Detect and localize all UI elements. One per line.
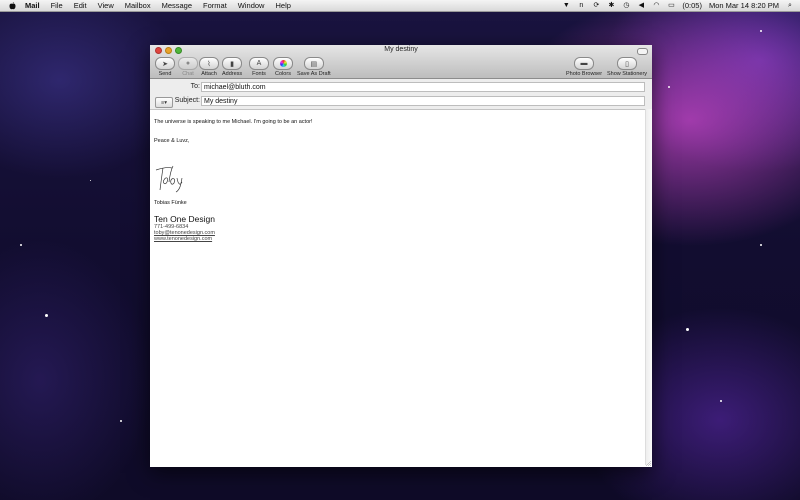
- menu-app-mail[interactable]: Mail: [25, 1, 40, 10]
- fonts-button[interactable]: A Fonts: [249, 57, 269, 77]
- show-stationery-button[interactable]: ▯ Show Stationery: [607, 57, 647, 77]
- menu-clock[interactable]: Mon Mar 14 8:20 PM: [709, 1, 779, 10]
- menu-help[interactable]: Help: [275, 1, 290, 10]
- address-book-icon: ▮: [222, 57, 243, 70]
- battery-icon[interactable]: ▭: [667, 2, 675, 10]
- message-scrollbar[interactable]: [645, 109, 652, 465]
- compose-window: My destiny ➤ Send ● Chat ⌇ Attach ▮ Addr…: [150, 45, 652, 467]
- menu-format[interactable]: Format: [203, 1, 227, 10]
- list-icon: ≡▾: [161, 99, 167, 106]
- desktop-star: [760, 244, 762, 246]
- menu-mailbox[interactable]: Mailbox: [125, 1, 151, 10]
- signature-name: Tobias Fünke: [154, 200, 187, 206]
- desktop-star: [668, 86, 670, 88]
- signature-website-link[interactable]: www.tenonedesign.com: [154, 236, 644, 242]
- body-line: The universe is speaking to me Michael. …: [154, 119, 313, 125]
- desktop-star: [20, 244, 22, 246]
- body-closing: Peace & Luvz,: [154, 138, 190, 144]
- resize-grip-icon[interactable]: [645, 460, 651, 466]
- wifi-icon[interactable]: ◠: [652, 2, 660, 10]
- address-button[interactable]: ▮ Address: [222, 57, 242, 77]
- send-button[interactable]: ➤ Send: [155, 57, 175, 77]
- window-title: My destiny: [384, 46, 418, 53]
- time-machine-icon[interactable]: ◷: [622, 2, 630, 10]
- to-field[interactable]: michael@bluth.com: [201, 82, 645, 92]
- photo-browser-button[interactable]: ▬ Photo Browser: [566, 57, 602, 77]
- sync-icon[interactable]: ⟳: [592, 2, 600, 10]
- spotlight-search-icon[interactable]: ⌕: [786, 2, 794, 10]
- subject-field[interactable]: My destiny: [201, 96, 645, 106]
- photo-browser-icon: ▬: [574, 57, 595, 70]
- volume-icon[interactable]: ◀: [637, 2, 645, 10]
- header-options-button[interactable]: ≡▾: [155, 97, 173, 108]
- window-titlebar[interactable]: My destiny ➤ Send ● Chat ⌇ Attach ▮ Addr…: [150, 45, 652, 79]
- stationery-icon: ▯: [617, 57, 638, 70]
- apple-menu-icon[interactable]: [8, 1, 17, 10]
- color-wheel-icon: [273, 57, 293, 70]
- chat-button[interactable]: ● Chat: [178, 57, 198, 77]
- desktop-star: [686, 328, 689, 331]
- menu-window[interactable]: Window: [238, 1, 265, 10]
- paperclip-icon: ⌇: [199, 57, 219, 70]
- menu-file[interactable]: File: [51, 1, 63, 10]
- desktop-star: [90, 180, 91, 181]
- signature-image: [154, 158, 644, 196]
- save-as-draft-button[interactable]: ▤ Save As Draft: [297, 57, 331, 77]
- script-icon[interactable]: n: [577, 2, 585, 10]
- signature-company: Ten One Design: [154, 214, 215, 224]
- colors-button[interactable]: Colors: [273, 57, 293, 77]
- menu-view[interactable]: View: [98, 1, 114, 10]
- desktop-star: [760, 30, 762, 32]
- toolbar-toggle-button[interactable]: [637, 48, 648, 55]
- to-label: To:: [190, 83, 200, 90]
- attach-button[interactable]: ⌇ Attach: [199, 57, 219, 77]
- menu-bar: Mail File Edit View Mailbox Message Form…: [0, 0, 800, 12]
- bluetooth-icon[interactable]: ✱: [607, 2, 615, 10]
- menu-edit[interactable]: Edit: [74, 1, 87, 10]
- fonts-icon: A: [249, 57, 269, 70]
- chat-icon: ●: [178, 57, 198, 70]
- desktop-star: [45, 314, 48, 317]
- desktop-star: [720, 400, 722, 402]
- message-body[interactable]: The universe is speaking to me Michael. …: [154, 119, 644, 242]
- message-header: To: michael@bluth.com Subject: My destin…: [150, 79, 652, 110]
- subject-label: Subject:: [174, 97, 200, 104]
- draft-icon: ▤: [303, 57, 324, 70]
- menu-message[interactable]: Message: [162, 1, 192, 10]
- battery-time: (0:05): [682, 1, 702, 10]
- dropbox-icon[interactable]: ▼: [562, 2, 570, 10]
- send-icon: ➤: [155, 57, 175, 70]
- desktop-star: [120, 420, 122, 422]
